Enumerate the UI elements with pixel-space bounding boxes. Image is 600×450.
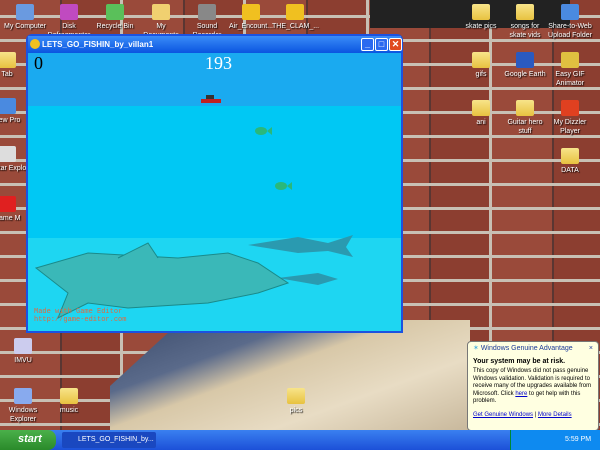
- icon-label: Share-to-Web Upload Folder: [548, 23, 592, 39]
- desktop-icon[interactable]: ani: [458, 100, 504, 127]
- desktop-icon[interactable]: Guitar hero stuff: [502, 100, 548, 136]
- folder-icon: [472, 100, 490, 116]
- separator: |: [534, 411, 537, 418]
- wga-notification[interactable]: ✶ Windows Genuine Advantage × Your system…: [467, 341, 599, 431]
- shortcut-icon: [561, 100, 579, 116]
- icon-label: Guitar hero stuff: [507, 119, 543, 135]
- shortcut-icon: [242, 4, 260, 20]
- icon-label: Easy GIF Animator: [555, 71, 585, 87]
- icon-label: My Computer: [3, 23, 46, 30]
- game-window[interactable]: LETS_GO_FISHIN_by_villan1 _ □ ✕ 0 193 Ma…: [26, 34, 403, 333]
- balloon-close-button[interactable]: ×: [589, 345, 593, 353]
- desktop-icon[interactable]: Google Earth: [502, 52, 548, 79]
- desktop-icon[interactable]: Windows Explorer: [0, 388, 46, 424]
- icon-label: DATA: [561, 167, 579, 174]
- icon-label: THE_CLAM_...: [272, 23, 320, 30]
- system-tray: 5:59 PM: [510, 430, 600, 450]
- folder-icon: [287, 388, 305, 404]
- taskbar: start LETS_GO_FISHIN_by... 5:59 PM: [0, 430, 600, 450]
- desktop-icon[interactable]: music: [46, 388, 92, 415]
- shortcut-icon: [0, 98, 16, 114]
- folder-icon: [561, 148, 579, 164]
- credit-url: http://game-editor.com: [34, 316, 127, 324]
- more-details-link[interactable]: More Details: [538, 412, 572, 418]
- maximize-button[interactable]: □: [375, 38, 388, 51]
- shortcut-icon: [0, 196, 16, 212]
- game-canvas[interactable]: 0 193 Made with Game Editor http://game-…: [28, 53, 401, 331]
- desktop-icon[interactable]: pics: [273, 388, 319, 415]
- folder-icon: [472, 52, 490, 68]
- shortcut-icon: [198, 4, 216, 20]
- desktop-icon[interactable]: My Dizzler Player: [547, 100, 593, 136]
- shortcut-icon: [0, 146, 16, 162]
- game-sprites: [34, 95, 353, 320]
- desktop-icon[interactable]: IMVU: [0, 338, 46, 365]
- icon-label: ani: [476, 119, 486, 126]
- desktop-icon[interactable]: My Computer: [2, 4, 48, 31]
- desktop-icon[interactable]: Easy GIF Animator: [547, 52, 593, 88]
- folder-icon: [60, 388, 78, 404]
- folder-icon: [516, 4, 534, 20]
- icon-label: Recycle Bin: [96, 23, 134, 30]
- balloon-body: This copy of Windows did not pass genuin…: [473, 368, 593, 406]
- folder-icon: [472, 4, 490, 20]
- folder-icon: [0, 52, 16, 68]
- icon-label: gifs: [475, 71, 487, 78]
- icon-label: Tab: [1, 71, 13, 78]
- icon-label: Windows Explorer: [8, 407, 38, 423]
- desktop-icon[interactable]: Recycle Bin: [92, 4, 138, 31]
- desktop-icon[interactable]: Share-to-Web Upload Folder: [547, 4, 593, 40]
- shortcut-icon: [516, 52, 534, 68]
- big-shark: [34, 242, 290, 320]
- credit-text: Made with Game Editor http://game-editor…: [34, 308, 126, 324]
- balloon-heading: Your system may be at risk.: [473, 357, 566, 365]
- icon-label: songs for skate vids: [509, 23, 541, 39]
- icon-label: IMVU: [14, 357, 32, 364]
- credit-line: Made with Game Editor: [34, 308, 123, 316]
- desktop-icon[interactable]: gifs: [458, 52, 504, 79]
- icon-label: pics: [289, 407, 303, 414]
- shortcut-icon: [152, 4, 170, 20]
- folder-icon: [516, 100, 534, 116]
- shortcut-icon: [14, 388, 32, 404]
- star-icon: ✶: [473, 345, 481, 352]
- title-bar[interactable]: LETS_GO_FISHIN_by_villan1 _ □ ✕: [28, 36, 402, 53]
- here-link[interactable]: here: [515, 391, 527, 397]
- shortcut-icon: [14, 338, 32, 354]
- small-fish: [255, 127, 272, 135]
- desktop-icon[interactable]: DATA: [547, 148, 593, 175]
- shark: [248, 235, 353, 257]
- icon-label: skate pics: [465, 23, 497, 30]
- shortcut-icon: [60, 4, 78, 20]
- minimize-button[interactable]: _: [361, 38, 374, 51]
- icon-label: Game M: [0, 215, 21, 222]
- clock[interactable]: 5:59 PM: [565, 436, 591, 443]
- app-icon: [30, 39, 40, 49]
- icon-label: My Dizzler Player: [553, 119, 587, 135]
- fishing-boat: [201, 95, 221, 103]
- icon-label: New Pro: [0, 117, 21, 124]
- shortcut-icon: [16, 4, 34, 20]
- get-genuine-link[interactable]: Get Genuine Windows: [473, 412, 533, 418]
- small-fish: [275, 182, 292, 190]
- window-title: LETS_GO_FISHIN_by_villan1: [42, 40, 154, 49]
- shortcut-icon: [286, 4, 304, 20]
- desktop-icon[interactable]: Air_Encount...: [228, 4, 274, 31]
- start-button[interactable]: start: [0, 430, 56, 450]
- close-button[interactable]: ✕: [389, 38, 402, 51]
- desktop-icon[interactable]: skate pics: [458, 4, 504, 31]
- taskbar-item-game[interactable]: LETS_GO_FISHIN_by...: [62, 432, 156, 448]
- desktop-icon[interactable]: songs for skate vids: [502, 4, 548, 40]
- icon-label: Air_Encount...: [229, 23, 273, 30]
- desktop-icon[interactable]: THE_CLAM_...: [272, 4, 320, 31]
- icon-label: Google Earth: [504, 71, 546, 78]
- icon-label: Guitar Explo: [0, 165, 27, 172]
- shortcut-icon: [106, 4, 124, 20]
- shortcut-icon: [561, 4, 579, 20]
- icon-label: music: [59, 407, 79, 414]
- shortcut-icon: [561, 52, 579, 68]
- balloon-title: Windows Genuine Advantage: [480, 345, 573, 352]
